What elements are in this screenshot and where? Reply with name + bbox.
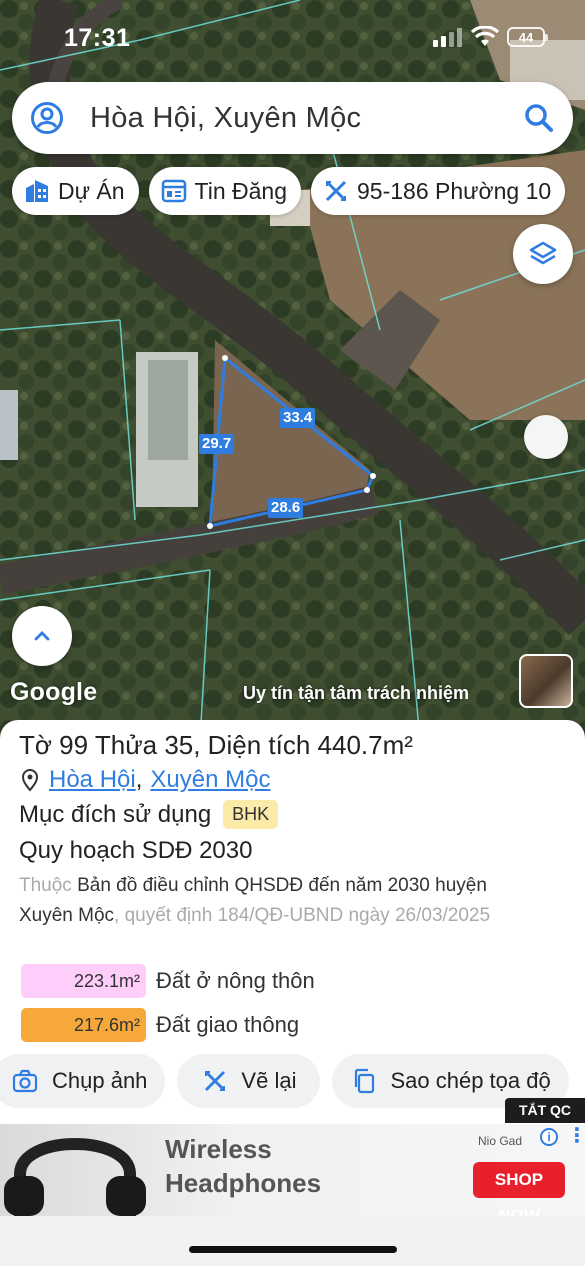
user-icon[interactable]	[30, 101, 64, 135]
ad-brand: Nio Gad	[478, 1134, 523, 1148]
chip-label: Tin Đăng	[194, 177, 288, 204]
shop-now-button[interactable]: SHOP NOW	[473, 1162, 565, 1216]
plan-decision: , quyết định 184/QĐ-UBND ngày 26/03/2025	[114, 905, 491, 926]
hide-ad-button[interactable]: TẮT QC	[505, 1098, 585, 1123]
chip-du-an[interactable]: Dự Án	[12, 167, 139, 215]
land-use-label: Đất giao thông	[156, 1012, 300, 1037]
action-bar: Chụp ảnh Vẽ lại Sao chép tọa độ	[0, 1054, 569, 1108]
area-prefix: , Diện tích	[193, 730, 311, 760]
ad-banner[interactable]: Wireless Headphones Nio Gad SHOP NOW i ⋮	[0, 1124, 585, 1216]
chip-measure[interactable]: 95-186 Phường 10	[311, 167, 566, 215]
capture-button[interactable]: Chụp ảnh	[0, 1054, 166, 1108]
dimension-label: 28.6	[268, 498, 304, 518]
listing-icon	[161, 179, 186, 203]
parcel-number: 35	[164, 730, 194, 760]
ad-title: Wireless Headphones	[165, 1132, 321, 1200]
chip-tin-dang[interactable]: Tin Đăng	[148, 167, 302, 215]
search-bar[interactable]: Hòa Hội, Xuyên Mộc	[12, 82, 573, 154]
land-use-label: Đất ở nông thôn	[156, 968, 315, 993]
building-icon	[26, 180, 48, 202]
profile-thumbnail[interactable]	[519, 654, 573, 708]
camera-icon	[12, 1069, 38, 1093]
status-bar: 17:31 44	[0, 0, 585, 70]
map-view[interactable]: 33.4 29.7 28.6 17:31 44 Hòa Hội, Xuyên M…	[0, 0, 585, 740]
location-separator: ,	[135, 766, 143, 793]
action-label: Sao chép tọa độ	[390, 1068, 551, 1093]
redraw-button[interactable]: Vẽ lại	[177, 1054, 321, 1108]
layers-icon	[529, 241, 557, 265]
home-indicator[interactable]	[189, 1246, 397, 1253]
commune-link[interactable]: Hòa Hội	[49, 766, 136, 794]
land-use-row: 223.1m² Đất ở nông thôn	[21, 964, 315, 998]
plan-prefix: Thuộc	[19, 875, 72, 896]
expand-panel-button[interactable]	[12, 606, 72, 666]
layers-button[interactable]	[513, 224, 573, 284]
home-area	[0, 1216, 585, 1266]
land-use-area: 217.6m²	[21, 1008, 146, 1042]
plan-description: Thuộc Bản đồ điều chỉnh QHSDĐ đến năm 20…	[19, 871, 539, 931]
dimension-label: 29.7	[199, 434, 235, 454]
purpose-label: Mục đích sử dụng	[19, 800, 212, 828]
status-icons: 44	[433, 26, 548, 48]
filter-chips: Dự Án Tin Đăng 95-186 Phường 10	[12, 167, 566, 215]
action-label: Chụp ảnh	[52, 1068, 148, 1093]
headphones-image	[4, 1138, 146, 1216]
google-logo: Google	[10, 678, 98, 706]
signal-icon	[433, 28, 462, 47]
ad-more-icon[interactable]: ⋮	[567, 1126, 585, 1146]
land-use-area: 223.1m²	[21, 964, 146, 998]
chip-label: Dự Án	[58, 177, 125, 204]
land-use-row: 217.6m² Đất giao thông	[21, 1008, 299, 1042]
parcel-prefix: Thửa	[94, 730, 158, 760]
ad-title-line2: Headphones	[165, 1168, 322, 1198]
sheet-number: 99	[59, 730, 89, 760]
parcel-area: 440.7m²	[317, 730, 413, 760]
parcel-title: Tờ 99 Thửa 35, Diện tích 440.7m²	[19, 730, 413, 761]
parcel-info-panel: Tờ 99 Thửa 35, Diện tích 440.7m² Hòa Hội…	[0, 720, 585, 1124]
district-link[interactable]: Xuyên Mộc	[150, 766, 270, 794]
status-time: 17:31	[64, 24, 131, 52]
chip-label: 95-186 Phường 10	[357, 177, 552, 204]
purpose-badge: BHK	[223, 800, 279, 829]
brand-motto: Uy tín tận tâm trách nhiệm	[243, 683, 470, 703]
sheet-prefix: Tờ	[19, 730, 52, 760]
copy-icon	[355, 1068, 375, 1094]
wifi-icon	[471, 26, 499, 46]
search-input[interactable]: Hòa Hội, Xuyên Mộc	[90, 102, 523, 135]
measure-icon	[325, 180, 347, 202]
dimension-label: 33.4	[280, 408, 316, 428]
ad-info-icon[interactable]: i	[540, 1128, 558, 1146]
location-pin-icon	[21, 769, 39, 792]
scroll-handle[interactable]	[524, 415, 568, 459]
redraw-icon	[205, 1071, 226, 1091]
location-row: Hòa Hội , Xuyên Mộc	[19, 766, 270, 794]
plan-title: Quy hoạch SDĐ 2030	[19, 837, 253, 864]
battery-icon: 44	[507, 27, 548, 47]
chevron-up-icon	[34, 631, 50, 641]
search-icon[interactable]	[523, 102, 555, 134]
action-label: Vẽ lại	[241, 1068, 297, 1093]
ad-title-line1: Wireless	[165, 1134, 272, 1164]
purpose-row: Mục đích sử dụng BHK	[19, 800, 279, 829]
